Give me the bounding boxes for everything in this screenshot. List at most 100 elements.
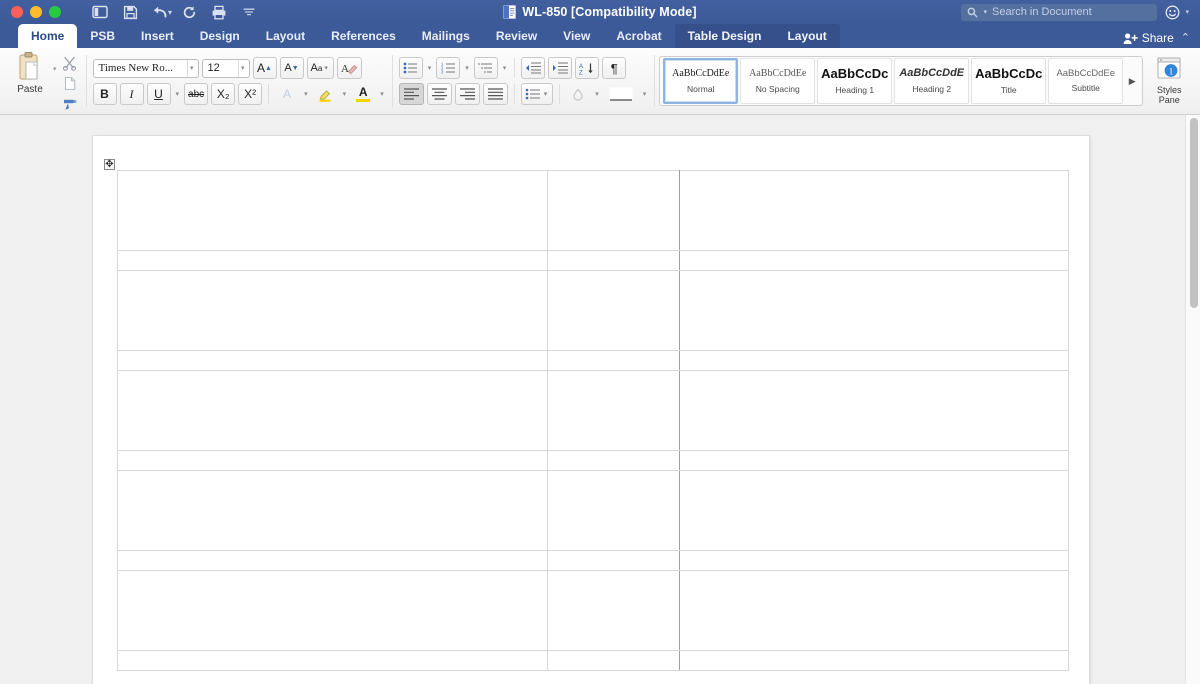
- clear-formatting-button[interactable]: A: [336, 57, 362, 79]
- line-spacing-icon[interactable]: ▾: [520, 83, 554, 105]
- subscript-button[interactable]: X₂: [211, 83, 236, 105]
- table-cell[interactable]: [546, 570, 681, 651]
- superscript-button[interactable]: X²: [238, 83, 263, 105]
- styles-gallery-scroll-button[interactable]: ▶: [1124, 76, 1140, 87]
- table-cell[interactable]: [546, 370, 681, 451]
- table-cell[interactable]: [546, 270, 681, 351]
- chevron-up-icon[interactable]: ⌃: [1181, 31, 1190, 45]
- table-cell[interactable]: [679, 350, 1069, 371]
- copy-icon[interactable]: [59, 74, 81, 93]
- table-cell[interactable]: [117, 550, 548, 571]
- tab-psb[interactable]: PSB: [77, 24, 128, 48]
- text-effects-button[interactable]: A: [275, 83, 299, 105]
- table-row[interactable]: [117, 650, 1069, 671]
- tab-references[interactable]: References: [318, 24, 409, 48]
- table-row[interactable]: [117, 250, 1069, 271]
- vertical-scrollbar-thumb[interactable]: [1190, 118, 1198, 308]
- table-row[interactable]: [117, 350, 1069, 371]
- print-icon[interactable]: [204, 1, 234, 23]
- table-cell[interactable]: [679, 170, 1069, 251]
- borders-icon[interactable]: [604, 83, 638, 105]
- style-subtitle[interactable]: AaBbCcDdEe Subtitle: [1048, 58, 1124, 104]
- share-button[interactable]: Share: [1123, 31, 1174, 45]
- tab-design[interactable]: Design: [187, 24, 253, 48]
- align-right-icon[interactable]: [454, 83, 480, 105]
- decrease-indent-icon[interactable]: [521, 57, 546, 79]
- table-cell[interactable]: [546, 550, 681, 571]
- grow-font-button[interactable]: A ▲: [252, 57, 277, 79]
- font-color-caret[interactable]: ▾: [380, 90, 384, 98]
- table-cell[interactable]: [546, 250, 681, 271]
- table-cell[interactable]: [679, 550, 1069, 571]
- table-cell[interactable]: [679, 470, 1069, 551]
- table-cell[interactable]: [546, 170, 681, 251]
- font-size-combo[interactable]: 12 ▾: [201, 58, 250, 78]
- tab-table-design[interactable]: Table Design: [675, 24, 775, 48]
- style-heading-2[interactable]: AaBbCcDdE Heading 2: [894, 58, 970, 104]
- table-cell[interactable]: [679, 450, 1069, 471]
- table-cell[interactable]: [117, 650, 548, 671]
- table-cell[interactable]: [679, 270, 1069, 351]
- table-row[interactable]: [117, 370, 1069, 451]
- shading-caret[interactable]: ▾: [595, 90, 599, 98]
- numbered-list-icon[interactable]: 123: [436, 57, 461, 79]
- minimize-button[interactable]: [30, 6, 42, 18]
- table-cell[interactable]: [117, 470, 548, 551]
- table-move-handle[interactable]: ✥: [104, 159, 115, 170]
- tab-review[interactable]: Review: [483, 24, 550, 48]
- italic-button[interactable]: I: [119, 83, 144, 105]
- tab-insert[interactable]: Insert: [128, 24, 187, 48]
- style-no-spacing[interactable]: AaBbCcDdEе No Spacing: [740, 58, 816, 104]
- styles-pane-button[interactable]: 1 Styles Pane: [1147, 57, 1191, 105]
- table-cell[interactable]: [117, 570, 548, 651]
- table-cell[interactable]: [117, 170, 548, 251]
- style-heading-1[interactable]: AaBbCcDc Heading 1: [817, 58, 893, 104]
- shading-icon[interactable]: [566, 83, 590, 105]
- style-normal[interactable]: AaBbCcDdEе Normal: [663, 58, 739, 104]
- format-painter-icon[interactable]: [59, 94, 81, 113]
- tab-view[interactable]: View: [550, 24, 603, 48]
- table-cell[interactable]: [546, 450, 681, 471]
- tab-home[interactable]: Home: [18, 24, 78, 48]
- strikethrough-button[interactable]: abc: [184, 83, 209, 105]
- tab-mailings[interactable]: Mailings: [409, 24, 483, 48]
- table-cell[interactable]: [117, 250, 548, 271]
- shrink-font-button[interactable]: A ▼: [279, 57, 304, 79]
- bold-button[interactable]: B: [92, 83, 117, 105]
- table-cell[interactable]: [546, 350, 681, 371]
- search-input[interactable]: ▾ Search in Document: [961, 3, 1158, 21]
- bullets-caret[interactable]: ▾: [428, 64, 432, 72]
- bullet-list-icon[interactable]: [398, 57, 423, 79]
- table-cell[interactable]: [679, 250, 1069, 271]
- highlight-caret[interactable]: ▾: [343, 90, 347, 98]
- font-color-button[interactable]: A: [351, 83, 375, 105]
- numbering-caret[interactable]: ▾: [465, 64, 469, 72]
- table-cell[interactable]: [117, 450, 548, 471]
- borders-caret[interactable]: ▾: [643, 90, 647, 98]
- feedback-smiley-button[interactable]: ▾: [1165, 5, 1191, 20]
- font-name-caret[interactable]: ▾: [187, 59, 196, 77]
- sort-az-icon[interactable]: AZ: [575, 57, 600, 79]
- pilcrow-icon[interactable]: ¶: [602, 57, 627, 79]
- undo-icon[interactable]: [145, 1, 175, 23]
- change-case-button[interactable]: Aa ▾: [306, 57, 334, 79]
- search-scope-caret[interactable]: ▾: [983, 8, 987, 16]
- underline-button[interactable]: U: [146, 83, 171, 105]
- style-title[interactable]: AaBbCcDc Title: [971, 58, 1047, 104]
- redo-icon[interactable]: [174, 1, 204, 23]
- scissors-icon[interactable]: [59, 54, 81, 73]
- paste-button[interactable]: Paste: [8, 51, 52, 95]
- table-cell[interactable]: [117, 370, 548, 451]
- sidebar-toggle-icon[interactable]: [85, 1, 115, 23]
- multilevel-caret[interactable]: ▾: [503, 64, 507, 72]
- table-row[interactable]: [117, 270, 1069, 351]
- table-cell[interactable]: [679, 370, 1069, 451]
- tab-acrobat[interactable]: Acrobat: [603, 24, 674, 48]
- font-name-combo[interactable]: Times New Ro... ▾: [92, 58, 199, 78]
- text-effects-caret[interactable]: ▾: [304, 90, 308, 98]
- table-cell[interactable]: [679, 570, 1069, 651]
- table-row[interactable]: [117, 570, 1069, 651]
- table-cell[interactable]: [546, 470, 681, 551]
- table-cell[interactable]: [117, 350, 548, 371]
- table-row[interactable]: [117, 170, 1069, 251]
